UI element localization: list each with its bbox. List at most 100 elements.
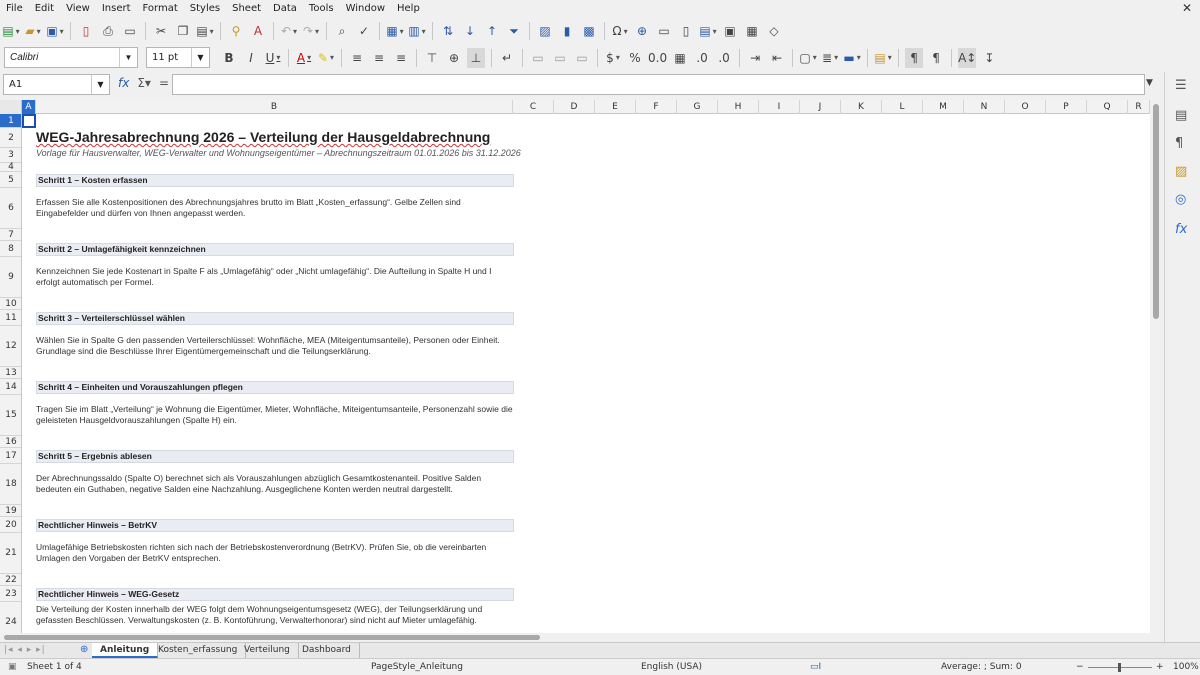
column-header-l[interactable]: L xyxy=(882,100,923,114)
document-modified-icon[interactable]: ▣ xyxy=(8,662,17,672)
headers-footers-icon[interactable]: ▯ xyxy=(677,21,695,41)
highlight-color-icon[interactable]: ✎ xyxy=(317,48,335,68)
underline-icon[interactable]: U xyxy=(264,48,282,68)
text-direction-ltr-icon[interactable]: ¶ xyxy=(905,47,924,68)
save-icon[interactable]: ▣ xyxy=(46,21,64,41)
row-header-24[interactable]: 24 xyxy=(0,602,21,633)
insert-image-icon[interactable]: ▨ xyxy=(536,21,554,41)
font-name-box[interactable]: Calibri ▼ xyxy=(4,47,138,68)
selection-mode-icon[interactable]: ▭I xyxy=(810,662,821,672)
menu-tools[interactable]: Tools xyxy=(303,3,340,14)
row-header-21[interactable]: 21 xyxy=(0,533,21,574)
horizontal-scroll-thumb[interactable] xyxy=(4,635,540,640)
unmerge-cells-icon[interactable]: ▭ xyxy=(573,48,591,68)
row-header-3[interactable]: 3 xyxy=(0,148,21,163)
merge-cells-icon[interactable]: ▭ xyxy=(551,48,569,68)
column-header-a[interactable]: A xyxy=(22,100,36,114)
column-header-m[interactable]: M xyxy=(923,100,964,114)
border-style-icon[interactable]: ≣ xyxy=(821,48,839,68)
row-header-15[interactable]: 15 xyxy=(0,395,21,436)
text-orientation-icon[interactable]: A↕ xyxy=(958,47,977,68)
menu-help[interactable]: Help xyxy=(391,3,426,14)
row-header-7[interactable]: 7 xyxy=(0,229,21,241)
autofilter-icon[interactable]: ⏷ xyxy=(505,21,523,41)
sheet-grid[interactable]: WEG-Jahresabrechnung 2026 – Verteilung d… xyxy=(22,114,1150,633)
italic-icon[interactable]: I xyxy=(242,48,260,68)
conditional-format-icon[interactable]: ▤ xyxy=(874,48,892,68)
sort-ascending-icon[interactable]: ↓ xyxy=(461,21,479,41)
row-header-5[interactable]: 5 xyxy=(0,172,21,188)
column-header-c[interactable]: C xyxy=(513,100,554,114)
borders-icon[interactable]: ▢ xyxy=(799,48,817,68)
row-header-22[interactable]: 22 xyxy=(0,574,21,586)
text-direction-rtl-icon[interactable]: ¶ xyxy=(927,48,945,68)
row-header-17[interactable]: 17 xyxy=(0,448,21,464)
tab-dashboard[interactable]: Dashboard xyxy=(294,643,360,658)
spelling-icon[interactable]: ✓ xyxy=(355,21,373,41)
chevron-down-icon[interactable]: ▼ xyxy=(91,75,109,94)
merge-center-icon[interactable]: ▭ xyxy=(529,48,547,68)
horizontal-scrollbar[interactable] xyxy=(0,633,1150,642)
add-decimal-icon[interactable]: .0 xyxy=(693,48,711,68)
properties-icon[interactable]: ▤ xyxy=(1175,108,1187,123)
row-header-4[interactable]: 4 xyxy=(0,162,21,172)
column-icon[interactable]: ▥ xyxy=(408,21,426,41)
vertical-scroll-thumb[interactable] xyxy=(1153,104,1159,319)
tab-navigation-icon[interactable]: |◂ ◂ ▸ ▸| xyxy=(4,645,46,655)
special-character-icon[interactable]: Ω xyxy=(611,21,629,41)
name-box[interactable]: A1 ▼ xyxy=(3,74,110,95)
zoom-slider-handle[interactable] xyxy=(1118,663,1121,672)
row-header-14[interactable]: 14 xyxy=(0,379,21,395)
chevron-down-icon[interactable]: ▼ xyxy=(119,48,137,67)
insert-chart-icon[interactable]: ▮ xyxy=(558,21,576,41)
row-header-11[interactable]: 11 xyxy=(0,310,21,326)
align-top-icon[interactable]: ⊤ xyxy=(423,48,441,68)
menu-format[interactable]: Format xyxy=(137,3,184,14)
zoom-out-icon[interactable]: − xyxy=(1076,662,1084,672)
find-replace-icon[interactable]: ⌕ xyxy=(333,21,351,41)
column-header-q[interactable]: Q xyxy=(1087,100,1128,114)
column-header-b[interactable]: B xyxy=(36,100,513,114)
styles-icon[interactable]: ¶ xyxy=(1175,136,1183,151)
open-folder-icon[interactable]: ▰ xyxy=(24,21,42,41)
column-header-g[interactable]: G xyxy=(677,100,718,114)
row-header-18[interactable]: 18 xyxy=(0,464,21,505)
navigator-icon[interactable]: ◎ xyxy=(1175,192,1186,207)
sidebar-menu-icon[interactable]: ☰ xyxy=(1175,78,1187,93)
delete-decimal-icon[interactable]: .0 xyxy=(715,48,733,68)
row-header-20[interactable]: 20 xyxy=(0,517,21,533)
menu-data[interactable]: Data xyxy=(267,3,303,14)
row-header-1[interactable]: 1 xyxy=(0,114,21,128)
sum-icon[interactable]: Σ▾ xyxy=(137,76,151,90)
redo-icon[interactable]: ↷ xyxy=(302,21,320,41)
bold-icon[interactable]: B xyxy=(220,48,238,68)
function-wizard-icon[interactable]: fx xyxy=(118,76,129,90)
column-header-r[interactable]: R xyxy=(1128,100,1150,114)
align-left-icon[interactable]: ≡ xyxy=(348,48,366,68)
define-print-area-icon[interactable]: ▤ xyxy=(699,21,717,41)
print-preview-icon[interactable]: ▭ xyxy=(121,21,139,41)
border-color-icon[interactable]: ▬ xyxy=(843,48,861,68)
clone-formatting-icon[interactable]: ⚲ xyxy=(227,21,245,41)
language[interactable]: English (USA) xyxy=(641,662,702,672)
vertical-scrollbar[interactable] xyxy=(1150,100,1162,633)
hyperlink-icon[interactable]: ⊕ xyxy=(633,21,651,41)
comment-icon[interactable]: ▭ xyxy=(655,21,673,41)
export-pdf-icon[interactable]: ▯ xyxy=(77,21,95,41)
column-header-e[interactable]: E xyxy=(595,100,636,114)
formula-input[interactable] xyxy=(172,74,1145,95)
cut-icon[interactable]: ✂ xyxy=(152,21,170,41)
tab-verteilung[interactable]: Verteilung xyxy=(236,643,299,658)
row-header-19[interactable]: 19 xyxy=(0,505,21,517)
sort-descending-icon[interactable]: ↑ xyxy=(483,21,501,41)
column-header-h[interactable]: H xyxy=(718,100,759,114)
number-format-icon[interactable]: 0.0 xyxy=(648,48,667,68)
new-document-icon[interactable]: ▤ xyxy=(2,21,20,41)
menu-sheet[interactable]: Sheet xyxy=(226,3,267,14)
tab-kosten-erfassung[interactable]: Kosten_erfassung xyxy=(150,643,247,658)
page-style[interactable]: PageStyle_Anleitung xyxy=(371,662,463,672)
menu-insert[interactable]: Insert xyxy=(96,3,137,14)
currency-format-icon[interactable]: $ xyxy=(604,48,622,68)
row-header-2[interactable]: 2 xyxy=(0,128,21,148)
font-size-box[interactable]: 11 pt ▼ xyxy=(146,47,210,68)
